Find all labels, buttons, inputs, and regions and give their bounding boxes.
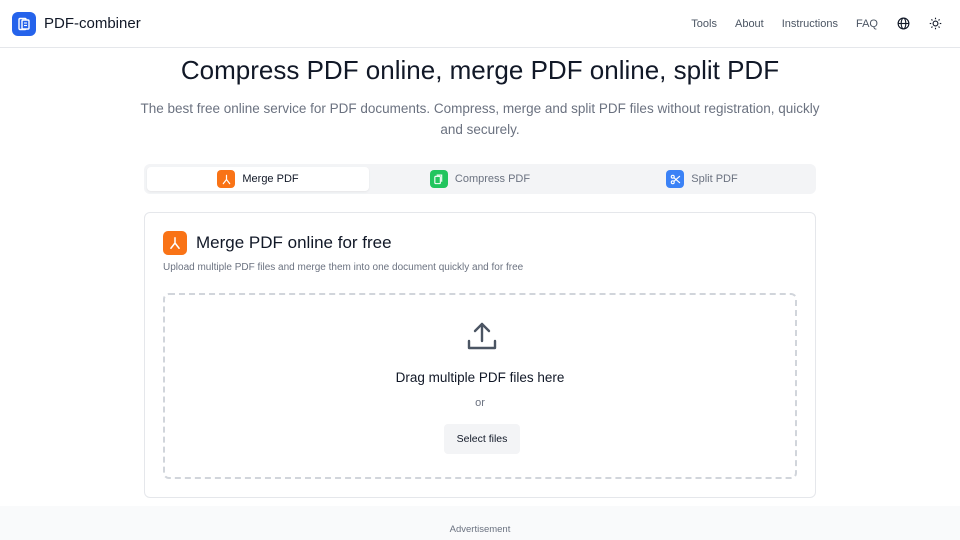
card-header: Merge PDF online for free xyxy=(163,231,392,255)
nav-about[interactable]: About xyxy=(735,18,764,30)
merge-card: Merge PDF online for free Upload multipl… xyxy=(144,212,816,498)
main-nav: Tools About Instructions FAQ xyxy=(691,17,948,31)
select-files-button[interactable]: Select files xyxy=(444,424,520,454)
tab-merge-pdf[interactable]: Merge PDF xyxy=(147,167,369,191)
globe-icon[interactable] xyxy=(896,17,910,31)
advertisement-area: Advertisement xyxy=(0,506,960,540)
page-subtitle: The best free online service for PDF doc… xyxy=(140,101,820,137)
tab-split-pdf[interactable]: Split PDF xyxy=(591,167,813,191)
card-description: Upload multiple PDF files and merge them… xyxy=(163,262,524,273)
advertisement-label: Advertisement xyxy=(449,524,511,535)
tab-label: Compress PDF xyxy=(454,173,531,185)
drop-instruction: Drag multiple PDF files here xyxy=(395,370,565,385)
compress-icon xyxy=(429,170,448,188)
merge-icon xyxy=(217,170,236,188)
nav-tools[interactable]: Tools xyxy=(691,18,717,30)
card-title: Merge PDF online for free xyxy=(196,233,392,252)
file-dropzone[interactable]: Drag multiple PDF files here or Select f… xyxy=(163,293,797,479)
nav-instructions[interactable]: Instructions xyxy=(782,18,838,30)
sun-icon[interactable] xyxy=(928,17,942,31)
or-separator: or xyxy=(475,397,485,409)
page-title: Compress PDF online, merge PDF online, s… xyxy=(180,55,780,85)
top-header: PDF-combiner Tools About Instructions FA… xyxy=(0,0,960,48)
upload-icon xyxy=(467,322,497,350)
tool-tabs: Merge PDF Compress PDF Split PDF xyxy=(144,164,816,194)
tab-label: Merge PDF xyxy=(242,173,299,185)
brand-name: PDF-combiner xyxy=(44,15,141,32)
pdf-logo-icon xyxy=(12,11,36,36)
nav-faq[interactable]: FAQ xyxy=(856,18,878,30)
scissors-icon xyxy=(666,170,685,188)
brand[interactable]: PDF-combiner xyxy=(12,11,141,36)
merge-icon xyxy=(163,231,187,255)
tab-compress-pdf[interactable]: Compress PDF xyxy=(369,167,591,191)
tab-label: Split PDF xyxy=(691,173,738,185)
